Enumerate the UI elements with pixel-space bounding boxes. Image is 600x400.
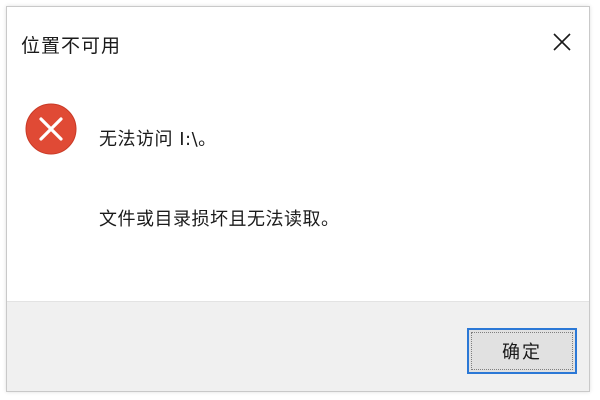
close-icon xyxy=(553,33,571,51)
close-button[interactable] xyxy=(541,21,583,63)
error-message-detail: 文件或目录损坏且无法读取。 xyxy=(99,209,340,230)
error-message-primary: 无法访问 I:\。 xyxy=(99,129,217,150)
dialog-title: 位置不可用 xyxy=(21,35,122,57)
error-icon xyxy=(25,103,77,155)
error-dialog: 位置不可用 无法访问 I:\。 文件或目录损坏且无法读取。 确定 xyxy=(6,6,590,392)
ok-button-label: 确定 xyxy=(502,342,542,363)
dialog-footer: 确定 xyxy=(7,301,589,391)
ok-button[interactable]: 确定 xyxy=(467,328,577,374)
title-bar: 位置不可用 xyxy=(7,7,589,69)
dialog-content: 无法访问 I:\。 文件或目录损坏且无法读取。 xyxy=(7,69,589,303)
